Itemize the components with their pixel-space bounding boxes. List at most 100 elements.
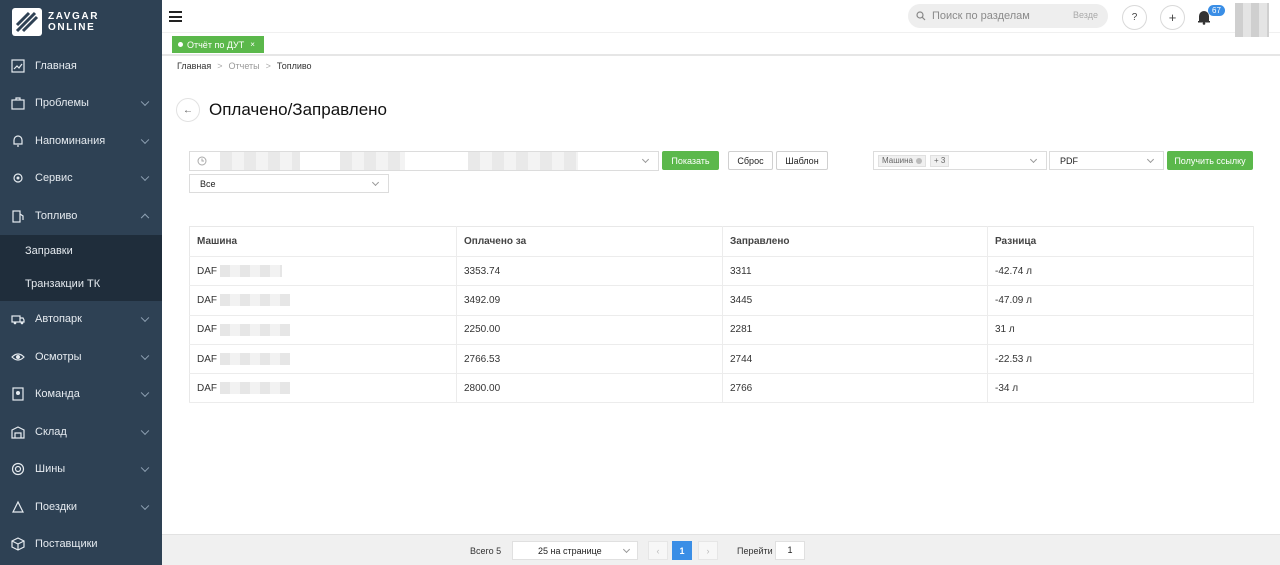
table-row[interactable]: DAF 2800.00 2766 -34 л (189, 373, 1254, 404)
cell-filled: 2744 (722, 344, 988, 375)
sidebar-item-tires[interactable]: Шины (0, 451, 162, 489)
vehicle-tag[interactable]: Машина (878, 154, 926, 167)
page-size-select[interactable]: 25 на странице (512, 541, 638, 560)
bell-icon (11, 134, 25, 148)
search-scope-dropdown[interactable]: Везде (1073, 10, 1098, 20)
sidebar-item-label: Команда (35, 388, 80, 401)
cell-paid: 2250.00 (456, 315, 723, 345)
cell-vehicle: DAF (189, 285, 457, 316)
chevron-down-icon (140, 463, 150, 473)
sidebar-item-service[interactable]: Сервис (0, 160, 162, 198)
sidebar-item-inspections[interactable]: Осмотры (0, 338, 162, 376)
report-table: Машина Оплачено за Заправлено Разница DA… (189, 226, 1254, 404)
column-header-difference[interactable]: Разница (987, 226, 1254, 257)
chevron-down-icon (140, 135, 150, 144)
cell-vehicle: DAF (189, 373, 457, 404)
breadcrumb: Главная > Отчеты > Топливо (177, 61, 312, 71)
redacted-date-middle (340, 152, 405, 170)
logo-line2: ONLINE (48, 22, 96, 33)
table-row[interactable]: DAF 3353.74 3311 -42.74 л (189, 256, 1254, 287)
sidebar-subitem-tk-transactions[interactable]: Транзакции ТК (0, 268, 162, 301)
trips-icon (11, 500, 25, 514)
logo[interactable]: ZAVGAR ONLINE (0, 0, 162, 44)
table-header-row: Машина Оплачено за Заправлено Разница (189, 226, 1254, 257)
notifications-badge: 67 (1208, 5, 1225, 16)
column-header-vehicle[interactable]: Машина (189, 226, 457, 257)
format-select-value: PDF (1060, 155, 1078, 166)
breadcrumb-home[interactable]: Главная (177, 61, 211, 71)
column-header-filled[interactable]: Заправлено (722, 226, 988, 257)
cell-filled: 2766 (722, 373, 988, 404)
chevron-down-icon (371, 178, 380, 187)
format-select[interactable]: PDF (1049, 151, 1164, 170)
avatar[interactable] (1235, 3, 1269, 37)
vehicle-more-tag: + 3 (929, 154, 950, 167)
table-row[interactable]: DAF 3492.09 3445 -47.09 л (189, 285, 1254, 316)
vehicle-name: DAF (197, 265, 217, 277)
sidebar-item-label: Топливо (35, 209, 78, 222)
cell-paid: 3353.74 (456, 256, 723, 287)
reset-button[interactable]: Сброс (728, 151, 773, 170)
template-button[interactable]: Шаблон (776, 151, 828, 170)
suppliers-icon (11, 537, 25, 551)
add-button[interactable]: + (1160, 5, 1185, 30)
back-button[interactable]: ← (176, 98, 200, 122)
sidebar-subitem-refuels[interactable]: Заправки (0, 235, 162, 268)
chevron-up-icon (140, 213, 150, 222)
show-button[interactable]: Показать (662, 151, 719, 170)
sidebar-item-warehouse[interactable]: Склад (0, 413, 162, 451)
logo-line1: ZAVGAR (48, 11, 100, 22)
cell-difference: -34 л (987, 373, 1254, 404)
chevron-down-icon (140, 388, 150, 398)
cell-vehicle: DAF (189, 315, 457, 345)
breadcrumb-current: Топливо (276, 61, 312, 71)
vehicle-tag-label: Машина (882, 156, 913, 165)
sidebar-item-trips[interactable]: Поездки (0, 488, 162, 526)
cell-difference: -22.53 л (987, 344, 1254, 375)
redacted-date-end (468, 152, 578, 170)
sidebar-item-reminders[interactable]: Напоминания (0, 122, 162, 160)
page-number-button[interactable]: 1 (672, 541, 692, 560)
sidebar-item-label: Осмотры (35, 350, 82, 363)
logo-mark-icon (11, 7, 43, 37)
search-input[interactable] (932, 10, 1052, 22)
goto-page-input[interactable]: 1 (775, 541, 805, 560)
sidebar-item-fleet[interactable]: Автопарк (0, 301, 162, 339)
redacted-plate (220, 382, 290, 395)
table-row[interactable]: DAF 2766.53 2744 -22.53 л (189, 344, 1254, 375)
sidebar-item-home[interactable]: Главная (0, 47, 162, 85)
vehicle-name: DAF (197, 382, 217, 394)
breadcrumb-reports[interactable]: Отчеты (229, 61, 260, 71)
status-select[interactable]: Все (189, 174, 389, 193)
hamburger-menu-icon[interactable] (169, 11, 182, 22)
pagination-bar: Всего 5 25 на странице ‹ 1 › Перейти 1 (162, 534, 1280, 565)
cell-filled: 3445 (722, 285, 988, 316)
chevron-down-icon (140, 351, 150, 360)
goto-label: Перейти (737, 546, 773, 556)
dashboard-icon (11, 59, 25, 73)
help-button[interactable]: ? (1122, 5, 1147, 30)
tab-close-icon[interactable]: × (250, 40, 255, 49)
sidebar-item-fuel[interactable]: Топливо (0, 197, 162, 235)
sidebar-item-label: Автопарк (35, 313, 82, 326)
tab-dut-report[interactable]: Отчёт по ДУТ × (172, 36, 264, 53)
vehicle-multiselect[interactable]: Машина + 3 (873, 151, 1047, 170)
next-page-button[interactable]: › (698, 541, 718, 560)
prev-page-button[interactable]: ‹ (648, 541, 668, 560)
redacted-plate (220, 353, 290, 366)
chevron-down-icon (622, 545, 631, 554)
sidebar-item-team[interactable]: Команда (0, 376, 162, 414)
column-header-paid[interactable]: Оплачено за (456, 226, 723, 257)
cell-vehicle: DAF (189, 256, 457, 287)
sidebar-item-suppliers[interactable]: Поставщики (0, 526, 162, 564)
date-range-picker[interactable] (189, 151, 659, 171)
table-row[interactable]: DAF 2250.00 2281 31 л (189, 315, 1254, 345)
tag-remove-icon[interactable] (915, 157, 922, 164)
redacted-plate (220, 323, 290, 336)
search-box[interactable]: Везде (908, 4, 1108, 28)
get-link-button[interactable]: Получить ссылку (1167, 151, 1253, 170)
cell-filled: 3311 (722, 256, 988, 287)
fuel-icon (11, 209, 25, 223)
sidebar-item-problems[interactable]: Проблемы (0, 85, 162, 123)
chevron-down-icon (140, 426, 150, 435)
